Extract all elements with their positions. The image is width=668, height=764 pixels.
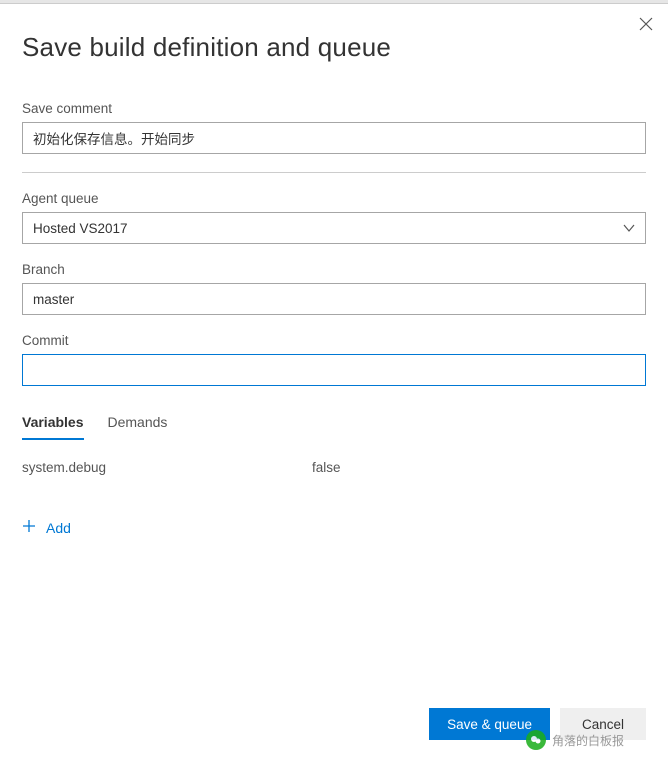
divider <box>22 172 646 173</box>
commit-label: Commit <box>22 333 646 348</box>
variables-table: system.debug false <box>22 456 646 479</box>
watermark-text: 角落的白板报 <box>552 732 624 749</box>
table-row: system.debug false <box>22 456 646 479</box>
commit-field-group: Commit <box>22 333 646 386</box>
variable-value: false <box>312 460 646 475</box>
tabs: Variables Demands <box>22 414 646 440</box>
tab-demands[interactable]: Demands <box>108 414 168 440</box>
branch-field-group: Branch <box>22 262 646 315</box>
dialog-title: Save build definition and queue <box>22 32 646 63</box>
variable-name: system.debug <box>22 460 312 475</box>
branch-input[interactable] <box>22 283 646 315</box>
tab-variables[interactable]: Variables <box>22 414 84 440</box>
dialog-content: Save build definition and queue Save com… <box>0 4 668 536</box>
plus-icon <box>22 519 36 536</box>
agent-queue-label: Agent queue <box>22 191 646 206</box>
close-button[interactable] <box>636 16 656 36</box>
commit-input[interactable] <box>22 354 646 386</box>
save-comment-input[interactable] <box>22 122 646 154</box>
agent-queue-select[interactable]: Hosted VS2017 <box>22 212 646 244</box>
save-comment-field-group: Save comment <box>22 101 646 154</box>
add-label: Add <box>46 520 71 536</box>
close-icon <box>639 17 653 36</box>
watermark: 角落的白板报 <box>526 730 624 750</box>
add-button[interactable]: Add <box>22 519 646 536</box>
agent-queue-field-group: Agent queue Hosted VS2017 <box>22 191 646 244</box>
save-comment-label: Save comment <box>22 101 646 116</box>
agent-queue-select-value[interactable]: Hosted VS2017 <box>22 212 646 244</box>
branch-label: Branch <box>22 262 646 277</box>
wechat-icon <box>526 730 546 750</box>
